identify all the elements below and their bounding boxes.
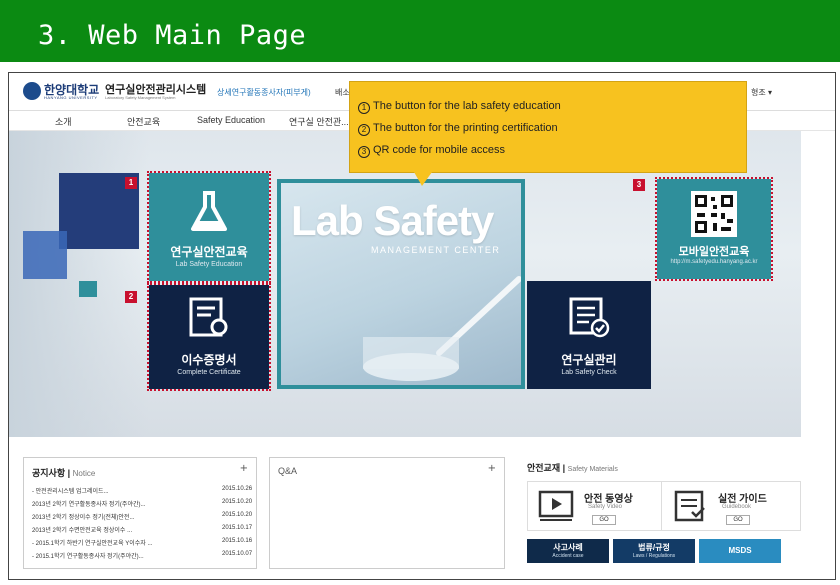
callout-line-3: 3 QR code for mobile access (358, 144, 505, 158)
marker-1: 1 (125, 177, 137, 189)
lab-safety-check-subtitle: Lab Safety Check (561, 369, 617, 376)
safety-video-title: 안전 동영상 (584, 494, 633, 505)
callout-number-3: 3 (358, 146, 370, 158)
guidebook-go-button[interactable]: GO (726, 515, 750, 525)
laws-regulations-label: 법류/규정 (638, 543, 670, 552)
highlight-box-1 (147, 171, 271, 283)
notice-date-3: 2015.10.20 (222, 512, 253, 518)
callout-number-1: 1 (358, 102, 370, 114)
lab-safety-check-tile[interactable]: 연구실관리 Lab Safety Check (527, 281, 651, 389)
notice-date-2: 2015.10.20 (222, 499, 253, 505)
notice-row-1[interactable]: - 안전관리시스템 업그레이드... (32, 486, 109, 495)
callout-line-1: 1 The button for the lab safety education (358, 100, 561, 114)
notice-row-4[interactable]: 2013년 2학기 수면안전교육 정상이수 ... (32, 525, 132, 534)
system-name-en: Laboratory Safety Management System (105, 95, 176, 100)
safety-materials-title: 안전교재 | Safety Materials (527, 463, 618, 473)
callout-text-1: The button for the lab safety education (373, 100, 561, 112)
nav-item-safety-education[interactable]: Safety Education (197, 115, 265, 125)
qa-more-button[interactable]: + (488, 463, 496, 474)
notice-date-6: 2015.10.07 (222, 551, 253, 557)
lab-safety-check-title: 연구실관리 (561, 353, 617, 367)
laws-regulations-button[interactable]: 법류/규정 Laws / Regulations (613, 539, 695, 563)
university-logo-icon[interactable] (23, 82, 41, 100)
pipette-beaker-icon (363, 276, 521, 381)
notice-panel: 공지사항 | Notice + - 안전관리시스템 업그레이드... 2015.… (23, 457, 257, 569)
hero-banner: 연구실안전교육 Lab Safety Education 1 이수증명서 Com… (9, 131, 801, 437)
qa-title[interactable]: Q&A (278, 466, 297, 476)
notice-title[interactable]: 공지사항 | Notice (32, 466, 95, 479)
laws-regulations-label-en: Laws / Regulations (632, 553, 676, 559)
accident-case-label: 사고사례 (553, 543, 583, 552)
notice-row-6[interactable]: - 2015.1학기 연구활동종사자 정기(주야간)... (32, 551, 144, 560)
notice-row-3[interactable]: 2013년 2학기 정상이수 정기(전체)안전... (32, 512, 134, 521)
guidebook-card[interactable]: 실전 가이드 Guidebook GO (661, 481, 801, 531)
callout-text-2: The button for the printing certificatio… (373, 122, 558, 134)
lab-safety-center-tile[interactable]: Lab Safety Management Center (277, 179, 525, 389)
notice-date-5: 2015.10.16 (222, 538, 253, 544)
decor-square-blue (23, 231, 67, 279)
callout-text-3: QR code for mobile access (373, 144, 506, 156)
nav-item-intro[interactable]: 소개 (55, 115, 72, 128)
qa-panel: Q&A + (269, 457, 505, 569)
marker-2: 2 (125, 291, 137, 303)
guidebook-subtitle: Guidebook (722, 504, 752, 510)
annotation-callout: 1 The button for the lab safety education… (349, 81, 747, 173)
guidebook-icon (674, 490, 705, 522)
top-link-2[interactable]: 배소 (335, 87, 350, 98)
safety-video-subtitle: Safety Video (588, 504, 622, 510)
guidebook-title: 실전 가이드 (718, 494, 767, 505)
nav-item-safety-education-ko[interactable]: 안전교육 (127, 115, 160, 128)
notice-row-5[interactable]: - 2015.1학기 하반기 연구실안전교육 Y이수자 ... (32, 538, 153, 547)
slide-title: 3. Web Main Page (38, 20, 307, 51)
notice-date-4: 2015.10.17 (222, 525, 253, 531)
decor-square-teal (79, 281, 97, 297)
notice-more-button[interactable]: + (240, 463, 248, 474)
highlight-box-3 (655, 177, 773, 281)
safety-video-go-button[interactable]: GO (592, 515, 616, 525)
safety-video-card[interactable]: 안전 동영상 Safety Video GO (527, 481, 667, 531)
notice-row-2[interactable]: 2013년 2학기 연구활동종사자 정기(주야간)... (32, 499, 145, 508)
nav-item-lab-safety[interactable]: 연구실 안전관... (289, 115, 349, 128)
callout-pointer (414, 172, 432, 186)
lab-safety-logo-text: Lab Safety (291, 197, 494, 244)
top-user-link[interactable]: 상세연구활동종사자(피부게) (217, 87, 311, 98)
callout-line-2: 2 The button for the printing certificati… (358, 122, 558, 136)
checklist-icon (569, 297, 610, 338)
msds-label: MSDS (728, 546, 752, 555)
marker-3: 3 (633, 179, 645, 191)
management-center-text: Management Center (371, 245, 501, 255)
browser-screenshot-frame: 한양대학교 HANYANG UNIVERSITY 연구실안전관리시스템 Labo… (8, 72, 836, 580)
callout-number-2: 2 (358, 124, 370, 136)
notice-date-1: 2015.10.26 (222, 486, 253, 492)
video-icon (538, 490, 574, 521)
slide-header: 3. Web Main Page (0, 0, 840, 64)
msds-button[interactable]: MSDS (699, 539, 781, 563)
accident-case-button[interactable]: 사고사례 Accident case (527, 539, 609, 563)
accident-case-label-en: Accident case (552, 553, 584, 559)
highlight-box-2 (147, 283, 271, 391)
university-name-en: HANYANG UNIVERSITY (44, 95, 98, 100)
language-dropdown[interactable]: 형조 ▾ (751, 87, 772, 98)
